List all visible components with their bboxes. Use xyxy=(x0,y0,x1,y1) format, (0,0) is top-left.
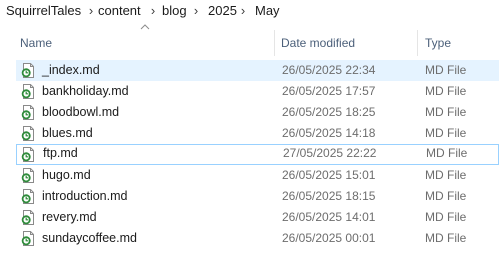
file-date-modified: 26/05/2025 22:34 xyxy=(282,63,376,77)
file-date-modified: 26/05/2025 17:57 xyxy=(282,84,376,98)
column-header-type[interactable]: Type xyxy=(425,30,451,56)
file-date-modified: 26/05/2025 18:15 xyxy=(282,189,376,203)
breadcrumb-item-2025[interactable]: 2025 xyxy=(208,0,237,22)
file-date-modified: 26/05/2025 14:01 xyxy=(282,210,376,224)
md-file-icon xyxy=(21,84,34,99)
file-date-modified: 26/05/2025 00:01 xyxy=(282,231,376,245)
file-row-introduction[interactable]: introduction.md 26/05/2025 18:15 MD File xyxy=(16,186,499,207)
file-row-bloodbowl[interactable]: bloodbowl.md 26/05/2025 18:25 MD File xyxy=(16,102,499,123)
chevron-right-icon[interactable]: › xyxy=(238,0,248,22)
file-name: revery.md xyxy=(42,210,97,224)
md-file-icon xyxy=(21,126,34,141)
file-type: MD File xyxy=(425,189,467,203)
file-name: _index.md xyxy=(42,63,100,77)
breadcrumb-item-squirreltales[interactable]: SquirrelTales xyxy=(6,0,81,22)
column-header-name[interactable]: Name xyxy=(20,30,52,56)
column-header-date-modified[interactable]: Date modified xyxy=(281,30,355,56)
md-file-icon xyxy=(21,189,34,204)
file-date-modified: 27/05/2025 22:22 xyxy=(283,146,377,160)
file-type: MD File xyxy=(425,168,467,182)
column-divider[interactable] xyxy=(417,30,418,56)
file-type: MD File xyxy=(425,84,467,98)
file-name: hugo.md xyxy=(42,168,91,182)
file-date-modified: 26/05/2025 15:01 xyxy=(282,168,376,182)
file-name: sundaycoffee.md xyxy=(42,231,137,245)
file-type: MD File xyxy=(425,63,467,77)
file-row-ftp[interactable]: ftp.md 27/05/2025 22:22 MD File xyxy=(16,144,499,165)
md-file-icon xyxy=(21,231,34,246)
file-type: MD File xyxy=(425,231,467,245)
file-row-blues[interactable]: blues.md 26/05/2025 14:18 MD File xyxy=(16,123,499,144)
md-file-icon xyxy=(21,63,34,78)
column-header-bar: Name Date modified Type xyxy=(0,30,499,56)
file-name: blues.md xyxy=(42,126,93,140)
md-file-icon xyxy=(21,147,34,162)
chevron-right-icon[interactable]: › xyxy=(148,0,158,22)
file-type: MD File xyxy=(425,210,467,224)
breadcrumb-item-may[interactable]: May xyxy=(255,0,280,22)
file-row-sundaycoffee[interactable]: sundaycoffee.md 26/05/2025 00:01 MD File xyxy=(16,228,499,249)
chevron-right-icon[interactable]: › xyxy=(86,0,96,22)
file-date-modified: 26/05/2025 18:25 xyxy=(282,105,376,119)
file-date-modified: 26/05/2025 14:18 xyxy=(282,126,376,140)
breadcrumb: SquirrelTales › content › blog › 2025 › … xyxy=(0,0,499,22)
file-row-hugo[interactable]: hugo.md 26/05/2025 15:01 MD File xyxy=(16,165,499,186)
md-file-icon xyxy=(21,210,34,225)
breadcrumb-item-blog[interactable]: blog xyxy=(162,0,187,22)
breadcrumb-item-content[interactable]: content xyxy=(98,0,141,22)
file-name: bloodbowl.md xyxy=(42,105,120,119)
file-name: introduction.md xyxy=(42,189,128,203)
file-type: MD File xyxy=(426,146,468,160)
file-row-bankholiday[interactable]: bankholiday.md 26/05/2025 17:57 MD File xyxy=(16,81,499,102)
column-divider[interactable] xyxy=(274,30,275,56)
md-file-icon xyxy=(21,105,34,120)
file-name: bankholiday.md xyxy=(42,84,129,98)
file-name: ftp.md xyxy=(43,146,78,160)
file-row-index[interactable]: _index.md 26/05/2025 22:34 MD File xyxy=(16,60,499,81)
file-type: MD File xyxy=(425,105,467,119)
file-type: MD File xyxy=(425,126,467,140)
chevron-right-icon[interactable]: › xyxy=(191,0,201,22)
file-row-revery[interactable]: revery.md 26/05/2025 14:01 MD File xyxy=(16,207,499,228)
md-file-icon xyxy=(21,168,34,183)
